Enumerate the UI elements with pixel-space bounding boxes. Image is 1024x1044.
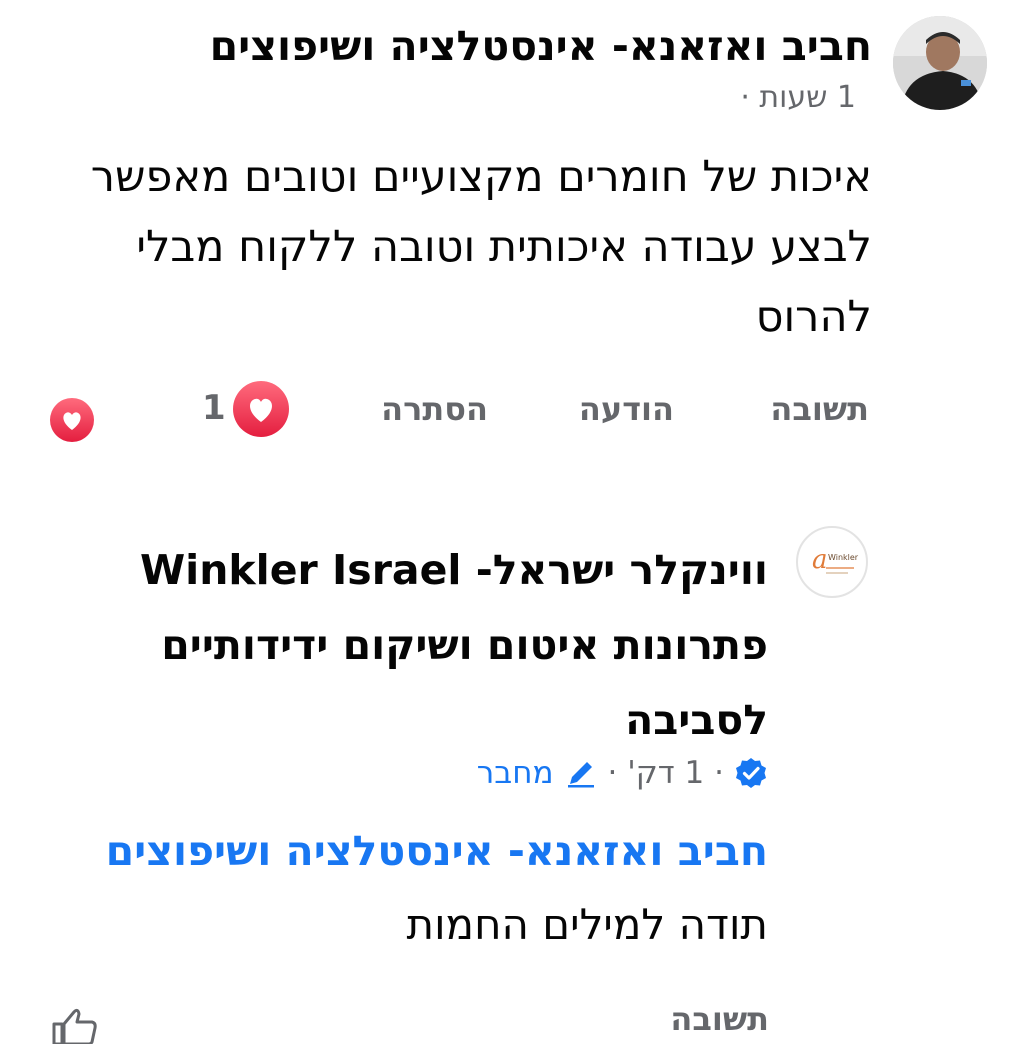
reply-timestamp[interactable]: · 1 דק' · [608, 755, 724, 791]
heart-reaction-icon[interactable] [233, 381, 289, 437]
svg-text:a: a [812, 545, 828, 575]
svg-text:Winkler: Winkler [828, 553, 859, 562]
comment-timestamp[interactable]: 1 שעות · [740, 80, 856, 115]
reply-meta: · 1 דק' · מחבר [477, 748, 768, 798]
heart-icon[interactable] [50, 398, 94, 442]
message-button[interactable]: הודעה [579, 390, 674, 428]
page-avatar-winkler-logo[interactable]: a Winkler [796, 526, 868, 598]
commenter-avatar[interactable] [893, 16, 987, 110]
pencil-icon [567, 762, 594, 788]
mention-link[interactable]: חביב ואזאנא- אינסטלציה ושיפוצים [28, 827, 768, 875]
comment-author-name[interactable]: חביב ואזאנא- אינסטלציה ושיפוצים [210, 22, 872, 70]
verified-badge-icon [736, 758, 766, 788]
winkler-logo-icon: a Winkler [800, 530, 864, 594]
reaction-count[interactable]: 1 [202, 388, 226, 428]
user-avatar-photo [893, 16, 987, 110]
hide-button[interactable]: הסתרה [381, 390, 488, 428]
author-badge-label: מחבר [476, 755, 554, 791]
reply-button[interactable]: תשובה [770, 390, 869, 428]
comment-text: איכות של חומרים מקצועיים וטובים מאפשר לב… [90, 152, 872, 342]
page-author-name[interactable]: ווינקלר ישראל- Winkler Israel פתרונות אי… [48, 533, 768, 758]
thumbs-up-icon[interactable] [48, 1004, 98, 1044]
reply-text: תודה למילים החמות [406, 900, 769, 949]
reply-button-2[interactable]: תשובה [670, 1000, 769, 1038]
